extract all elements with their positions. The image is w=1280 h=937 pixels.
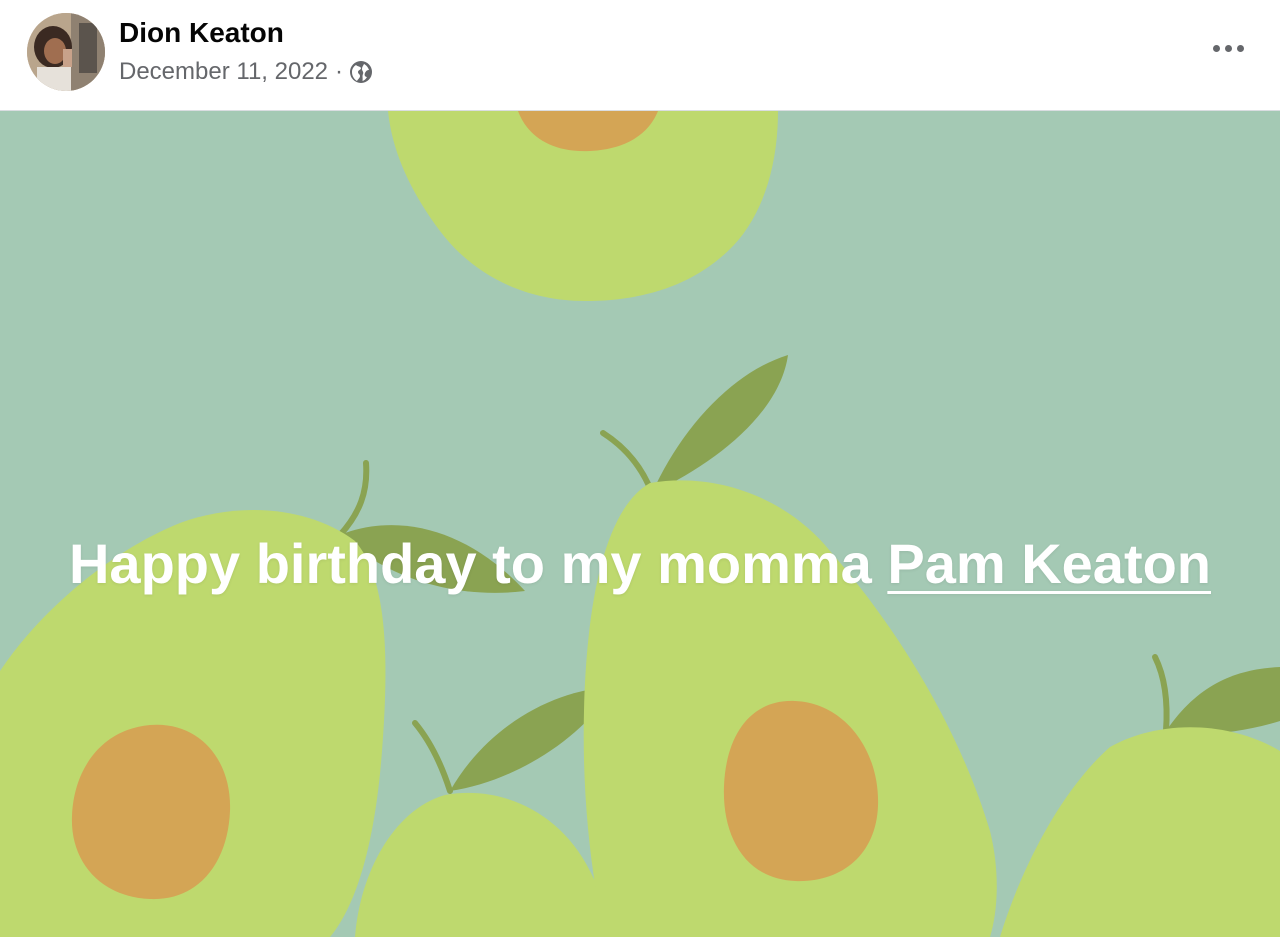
post-header: Dion Keaton December 11, 2022 · xyxy=(0,0,1280,111)
more-dot xyxy=(1236,44,1244,52)
globe-icon[interactable] xyxy=(349,60,373,84)
avocado-background xyxy=(0,111,1280,937)
profile-photo xyxy=(27,13,105,91)
post-meta: December 11, 2022 · xyxy=(119,55,373,89)
more-dot xyxy=(1224,44,1232,52)
post-date[interactable]: December 11, 2022 xyxy=(119,55,328,89)
tagged-user-link[interactable]: Pam Keaton xyxy=(887,532,1211,595)
author-avatar[interactable] xyxy=(27,13,105,91)
meta-separator: · xyxy=(335,58,344,85)
post-content: Happy birthday to my momma Pam Keaton xyxy=(0,111,1280,937)
author-name[interactable]: Dion Keaton xyxy=(119,14,284,52)
more-dot xyxy=(1212,44,1220,52)
post-text: Happy birthday to my momma Pam Keaton xyxy=(0,529,1280,599)
post-text-body: Happy birthday to my momma xyxy=(68,532,888,595)
more-options-icon[interactable] xyxy=(1200,30,1256,66)
